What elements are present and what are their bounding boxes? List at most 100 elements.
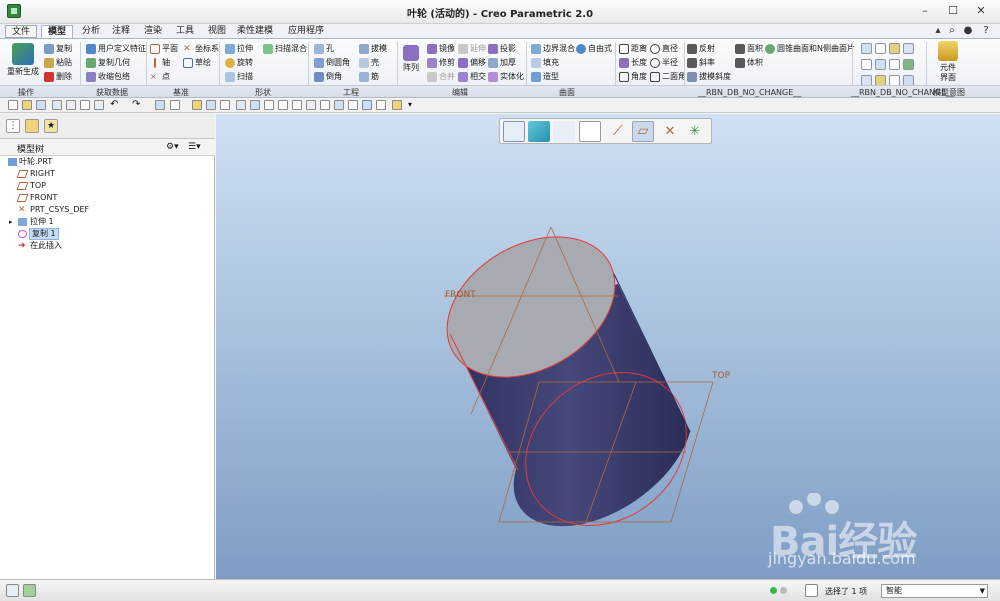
- component-interface-button[interactable]: 元件 界面: [933, 41, 963, 83]
- tree-settings-icon[interactable]: ⚙▾: [166, 142, 179, 152]
- user-defined-feature-button[interactable]: 用户定义特征: [86, 43, 146, 55]
- spin-center-view-icon[interactable]: ✳: [684, 121, 706, 142]
- tab-model[interactable]: 模型: [41, 25, 74, 38]
- area-button[interactable]: 面积: [735, 43, 763, 55]
- csys-display-quick-icon[interactable]: [292, 100, 302, 110]
- view-tool-icon[interactable]: [861, 43, 872, 54]
- hole-button[interactable]: 孔: [314, 43, 334, 55]
- hidden-line-icon[interactable]: [376, 100, 386, 110]
- tree-item-copy[interactable]: 复制 1: [0, 228, 200, 240]
- datum-label-front[interactable]: FRONT: [445, 290, 476, 300]
- saved-view-icon[interactable]: [889, 59, 900, 70]
- view-manager-icon[interactable]: [220, 100, 230, 110]
- slope-button[interactable]: 斜率: [687, 57, 715, 69]
- shell-button[interactable]: 壳: [359, 57, 379, 69]
- find-icon[interactable]: [805, 584, 818, 597]
- reflection-button[interactable]: 反射: [687, 43, 715, 55]
- print-icon[interactable]: [66, 100, 76, 110]
- collapse-ribbon-icon[interactable]: ▴: [932, 25, 944, 37]
- zoom-tool-icon[interactable]: [861, 59, 872, 70]
- orient-tool-icon[interactable]: [875, 59, 886, 70]
- csys-display-toggle-icon[interactable]: ✕: [659, 121, 681, 142]
- shading-icon[interactable]: [236, 100, 246, 110]
- undo-icon[interactable]: ↶: [110, 100, 120, 110]
- extend-button[interactable]: 延伸: [458, 43, 486, 55]
- copy-geometry-button[interactable]: 复制几何: [86, 57, 130, 69]
- thicken-button[interactable]: 加厚: [488, 57, 516, 69]
- tab-analysis[interactable]: 分析: [76, 25, 106, 38]
- tree-item-top[interactable]: TOP: [0, 180, 200, 192]
- graphics-window[interactable]: FRONT TOP ⟋ ▱ ✕ ✳ Bai经验 jingyan.baidu.co…: [216, 114, 1000, 579]
- minimize-button[interactable]: –: [912, 3, 938, 19]
- help-icon[interactable]: ?: [980, 25, 992, 37]
- datum-point-button[interactable]: × 点: [150, 71, 170, 83]
- datum-display-icon[interactable]: [889, 43, 900, 54]
- refit-view-icon[interactable]: [503, 121, 525, 142]
- sketch-button[interactable]: 草绘: [183, 57, 211, 69]
- freestyle-button[interactable]: 自由式: [576, 43, 612, 55]
- group-shapes[interactable]: 形状: [255, 87, 271, 98]
- volume-button[interactable]: 体积: [735, 57, 763, 69]
- group-rbn-1[interactable]: __RBN_DB_NO_CHANGE__: [698, 87, 801, 98]
- orient-mode-icon[interactable]: [334, 100, 344, 110]
- tree-show-icon[interactable]: ☰▾: [188, 142, 201, 152]
- tab-view[interactable]: 视图: [202, 25, 232, 38]
- datum-axis-button[interactable]: 轴: [150, 57, 170, 69]
- saved-orientations-icon[interactable]: [528, 121, 550, 142]
- display-style-view-icon[interactable]: [553, 121, 575, 142]
- group-editing[interactable]: 编辑: [452, 87, 468, 98]
- layer-tool-icon[interactable]: [903, 59, 914, 70]
- search-icon[interactable]: ⌕: [946, 25, 958, 37]
- draft-button[interactable]: 拔模: [359, 43, 387, 55]
- zoom-in-icon[interactable]: [170, 100, 180, 110]
- group-datum[interactable]: 基准: [173, 87, 189, 98]
- shrinkwrap-button[interactable]: 收缩包络: [86, 71, 130, 83]
- offset-button[interactable]: 偏移: [458, 57, 486, 69]
- diameter-button[interactable]: 直径: [650, 43, 678, 55]
- save-icon[interactable]: [36, 100, 46, 110]
- tab-annotate[interactable]: 注释: [106, 25, 136, 38]
- tab-flexible-modeling[interactable]: 柔性建模: [231, 25, 279, 38]
- annotation-display-icon[interactable]: [306, 100, 316, 110]
- csys-display-icon[interactable]: [903, 43, 914, 54]
- spin-center-toggle-icon[interactable]: [320, 100, 330, 110]
- maximize-button[interactable]: ☐: [940, 3, 966, 19]
- tree-item-extrude[interactable]: ▸ 拉伸 1: [0, 216, 200, 228]
- model-tree-tab-icon[interactable]: ⋮: [6, 119, 20, 133]
- conic-surface-button[interactable]: 圆锥曲面和N侧曲面片: [765, 43, 855, 55]
- solidify-button[interactable]: 实体化: [488, 71, 524, 83]
- datum-axis-display-icon[interactable]: [264, 100, 274, 110]
- fill-button[interactable]: 填充: [531, 57, 559, 69]
- datum-plane-display-icon[interactable]: [250, 100, 260, 110]
- boundary-blend-button[interactable]: 边界混合: [531, 43, 575, 55]
- project-button[interactable]: 投影: [488, 43, 516, 55]
- tree-item-insert-here[interactable]: ➜ 在此插入: [0, 240, 200, 252]
- group-model-intent[interactable]: 模型意图: [933, 87, 965, 98]
- datum-display-filter-icon[interactable]: ⟋: [607, 121, 629, 142]
- regenerate-button[interactable]: 重新生成: [6, 43, 40, 77]
- folder-browser-tab-icon[interactable]: [25, 119, 39, 133]
- tree-item-front[interactable]: FRONT: [0, 192, 200, 204]
- wireframe-icon[interactable]: [362, 100, 372, 110]
- group-surfaces[interactable]: 曲面: [559, 87, 575, 98]
- regenerate-quick-icon[interactable]: [80, 100, 90, 110]
- customize-toolbar-icon[interactable]: ▾: [408, 100, 418, 110]
- favorites-tab-icon[interactable]: ★: [44, 119, 58, 133]
- datum-point-display-icon[interactable]: [278, 100, 288, 110]
- repaint-icon[interactable]: [192, 100, 202, 110]
- open-file-icon[interactable]: [22, 100, 32, 110]
- trim-button[interactable]: 修剪: [427, 57, 455, 69]
- style-button[interactable]: 造型: [531, 71, 559, 83]
- save-copy-icon[interactable]: [52, 100, 62, 110]
- tab-applications[interactable]: 应用程序: [282, 25, 330, 38]
- swept-blend-button[interactable]: 扫描混合: [263, 43, 307, 55]
- distance-button[interactable]: 距离: [619, 43, 647, 55]
- group-operations[interactable]: 操作: [18, 87, 34, 98]
- tab-render[interactable]: 渲染: [138, 25, 168, 38]
- intersect-button[interactable]: 相交: [458, 71, 486, 83]
- group-get-data[interactable]: 获取数据: [96, 87, 128, 98]
- tab-file[interactable]: 文件: [5, 25, 38, 38]
- revolve-button[interactable]: 旋转: [225, 57, 253, 69]
- paste-button[interactable]: 粘贴: [44, 57, 72, 69]
- show-navigator-icon[interactable]: [6, 584, 19, 597]
